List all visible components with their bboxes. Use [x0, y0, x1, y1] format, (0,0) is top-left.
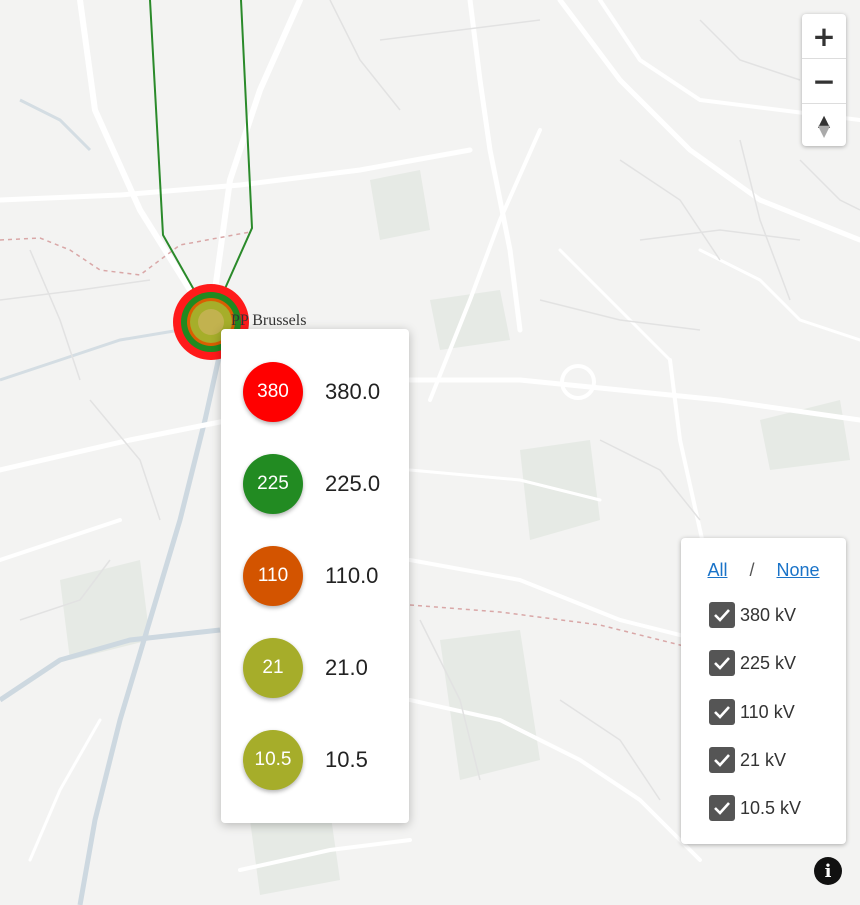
popup-row: 380 380.0 — [243, 362, 403, 422]
filter-item-10-5[interactable]: 10.5 kV — [709, 793, 801, 823]
filter-item-21[interactable]: 21 kV — [709, 745, 786, 775]
station-label: PP Brussels — [231, 312, 307, 329]
checkbox-checked-icon[interactable] — [709, 795, 735, 821]
popup-row: 21 21.0 — [243, 638, 403, 698]
filter-item-225[interactable]: 225 kV — [709, 648, 796, 678]
filter-label: 225 kV — [740, 652, 797, 673]
popup-row: 225 225.0 — [243, 454, 403, 514]
filter-label: 110 kV — [740, 701, 795, 722]
filter-item-110[interactable]: 110 kV — [709, 697, 795, 727]
voltage-value: 380.0 — [325, 379, 381, 404]
filter-label: 380 kV — [740, 604, 797, 625]
filter-label: 10.5 kV — [740, 797, 802, 818]
voltage-badge: 225 — [243, 454, 303, 514]
checkbox-checked-icon[interactable] — [709, 747, 735, 773]
voltage-filter-panel: All / None 380 kV 225 kV 110 kV 21 kV 10.5… — [681, 538, 846, 844]
select-all-link[interactable]: All — [707, 560, 727, 580]
zoom-out-button[interactable]: − — [802, 59, 846, 104]
voltage-badge: 21 — [243, 638, 303, 698]
station-popup: 380 380.0 225 225.0 110 110.0 21 21.0 10… — [221, 329, 409, 823]
map-navigation-controls: + − ▲ ▼ — [802, 14, 846, 146]
checkbox-checked-icon[interactable] — [709, 699, 735, 725]
compass-south-icon: ▼ — [817, 121, 831, 140]
voltage-value: 110.0 — [325, 563, 379, 588]
select-links: All / None — [681, 560, 846, 581]
link-separator: / — [749, 560, 755, 580]
popup-row: 110 110.0 — [243, 546, 403, 606]
filter-label: 21 kV — [740, 749, 787, 770]
voltage-badge: 10.5 — [243, 730, 303, 790]
select-none-link[interactable]: None — [777, 560, 820, 580]
compass-button[interactable]: ▲ ▼ — [802, 104, 846, 148]
checkbox-checked-icon[interactable] — [709, 602, 735, 628]
voltage-badge: 380 — [243, 362, 303, 422]
info-icon[interactable]: i — [814, 857, 842, 885]
voltage-value: 10.5 — [325, 747, 368, 772]
voltage-value: 21.0 — [325, 655, 368, 680]
voltage-badge: 110 — [243, 546, 303, 606]
voltage-value: 225.0 — [325, 471, 381, 496]
checkbox-checked-icon[interactable] — [709, 650, 735, 676]
popup-row: 10.5 10.5 — [243, 730, 403, 790]
filter-item-380[interactable]: 380 kV — [709, 600, 796, 630]
zoom-in-button[interactable]: + — [802, 14, 846, 59]
